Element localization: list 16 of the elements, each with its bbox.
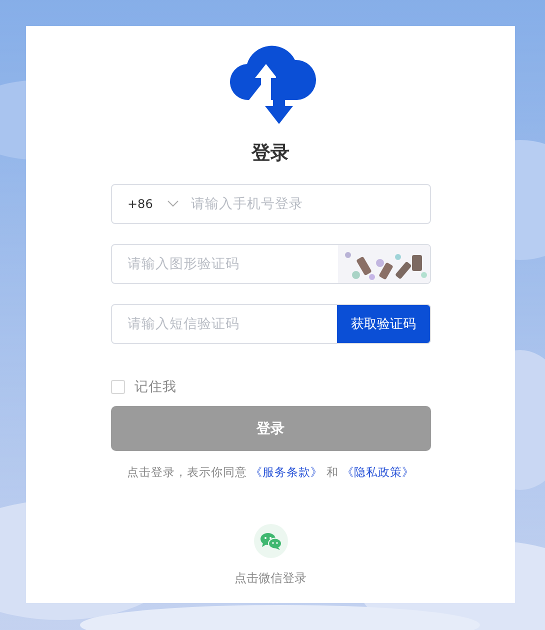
wechat-login-label: 点击微信登录	[234, 570, 306, 587]
policy-link[interactable]: 《隐私政策》	[342, 465, 414, 479]
remember-checkbox[interactable]	[110, 380, 124, 394]
sms-code-field[interactable]: 请输入短信验证码 获取验证码	[110, 304, 430, 344]
country-code-select[interactable]: +86	[112, 196, 185, 212]
captcha-field[interactable]: 请输入图形验证码	[110, 244, 430, 284]
login-title: 登录	[252, 141, 290, 166]
agreement-text: 点击登录，表示你同意 《服务条款》 和 《隐私政策》	[126, 465, 415, 480]
get-code-button[interactable]: 获取验证码	[336, 305, 430, 343]
phone-field[interactable]: +86 请输入手机号登录	[110, 184, 430, 224]
wechat-login-button[interactable]	[254, 524, 288, 558]
chevron-down-icon	[166, 200, 179, 208]
chat-bubbles-icon	[260, 532, 282, 550]
captcha-input[interactable]: 请输入图形验证码	[112, 256, 338, 272]
policy-link[interactable]: 《服务条款》	[250, 465, 323, 479]
remember-label: 记住我	[134, 378, 176, 396]
